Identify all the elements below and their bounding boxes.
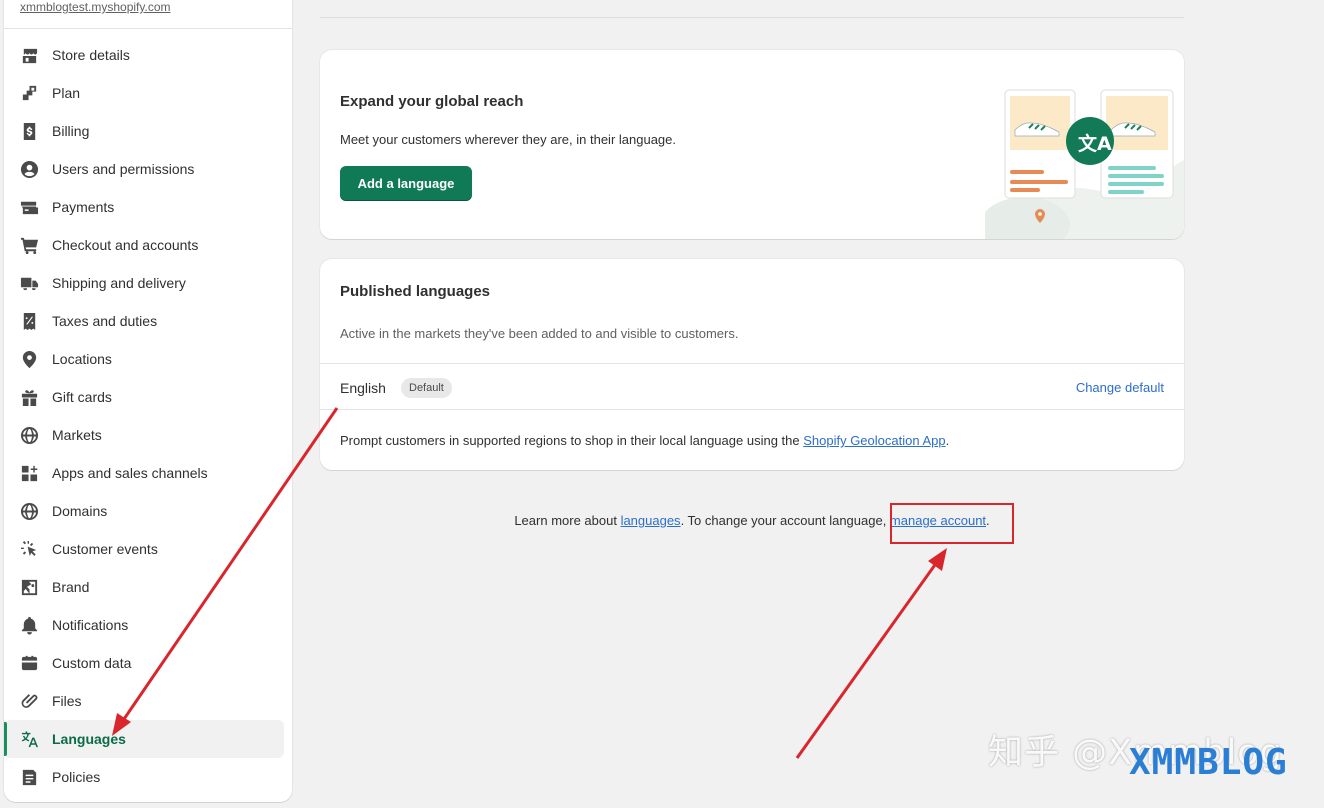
payments-icon (19, 197, 39, 217)
languages-link[interactable]: languages (621, 513, 681, 528)
sidebar-item-label: Billing (52, 123, 90, 139)
apps-icon (19, 463, 39, 483)
sidebar-item-label: Files (52, 693, 82, 709)
location-pin-icon (19, 349, 39, 369)
sidebar-item-shipping-and-delivery[interactable]: Shipping and delivery (4, 264, 292, 302)
geolocation-prompt: Prompt customers in supported regions to… (340, 433, 949, 448)
arrow-to-manage-account (795, 561, 939, 759)
sidebar-item-label: Store details (52, 47, 130, 63)
cursor-click-icon (19, 539, 39, 559)
sidebar-item-store-details[interactable]: Store details (4, 36, 292, 74)
language-name: English (340, 380, 386, 396)
sidebar-item-notifications[interactable]: Notifications (4, 606, 292, 644)
cart-icon (19, 235, 39, 255)
sidebar-item-plan[interactable]: Plan (4, 74, 292, 112)
footer-help-text: Learn more about languages. To change yo… (320, 513, 1184, 528)
receipt-icon (19, 311, 39, 331)
language-row: English Default Change default (320, 363, 1184, 410)
global-reach-description: Meet your customers wherever they are, i… (340, 132, 677, 147)
sidebar-item-label: Taxes and duties (52, 313, 158, 329)
bell-icon (19, 615, 39, 635)
annotation-highlight-box (890, 503, 1014, 544)
sidebar-item-label: Apps and sales channels (52, 465, 208, 481)
paperclip-icon (19, 691, 39, 711)
change-default-link[interactable]: Change default (1076, 380, 1164, 395)
sidebar-item-users-and-permissions[interactable]: Users and permissions (4, 150, 292, 188)
sidebar-item-label: Brand (52, 579, 90, 595)
store-icon (19, 45, 39, 65)
header-divider (320, 17, 1184, 18)
translate-icon (19, 729, 39, 749)
global-reach-card: Expand your global reach Meet your custo… (320, 50, 1184, 239)
sidebar-item-label: Checkout and accounts (52, 237, 199, 253)
default-badge: Default (401, 378, 452, 398)
published-languages-card: Published languages Active in the market… (320, 259, 1184, 470)
plan-icon (19, 83, 39, 103)
sidebar-item-checkout-and-accounts[interactable]: Checkout and accounts (4, 226, 292, 264)
geolocation-prompt-text: Prompt customers in supported regions to… (340, 433, 804, 448)
user-icon (19, 159, 39, 179)
global-reach-title: Expand your global reach (340, 93, 524, 110)
geolocation-prompt-suffix: . (945, 433, 950, 448)
brand-icon (19, 577, 39, 597)
sidebar-item-domains[interactable]: Domains (4, 492, 292, 530)
sidebar-item-customer-events[interactable]: Customer events (4, 530, 292, 568)
footer-middle: . To change your account language, (680, 513, 890, 528)
sidebar-divider (4, 28, 292, 29)
add-language-button[interactable]: Add a language (340, 166, 472, 201)
document-icon (19, 767, 39, 787)
store-url-link[interactable]: xmmblogtest.myshopify.com (20, 0, 171, 14)
database-icon (19, 653, 39, 673)
sidebar-item-label: Domains (52, 503, 108, 519)
sidebar-item-apps-and-sales-channels[interactable]: Apps and sales channels (4, 454, 292, 492)
sidebar-item-custom-data[interactable]: Custom data (4, 644, 292, 682)
sidebar-item-markets[interactable]: Markets (4, 416, 292, 454)
sidebar-item-label: Languages (52, 731, 126, 747)
svg-text:文A: 文A (1078, 132, 1112, 155)
sidebar-item-label: Users and permissions (52, 161, 195, 177)
footer-prefix: Learn more about (514, 513, 621, 528)
sidebar-item-label: Gift cards (52, 389, 112, 405)
sidebar-item-gift-cards[interactable]: Gift cards (4, 378, 292, 416)
settings-nav: Store details Plan Billing Users and per… (4, 36, 292, 796)
sidebar-item-billing[interactable]: Billing (4, 112, 292, 150)
sidebar-item-label: Custom data (52, 655, 132, 671)
published-languages-description: Active in the markets they've been added… (340, 326, 739, 341)
sidebar-item-label: Policies (52, 769, 101, 785)
sidebar-item-label: Customer events (52, 541, 158, 557)
billing-icon (19, 121, 39, 141)
settings-sidebar: xmmblogtest.myshopify.com Store details … (4, 0, 292, 802)
sidebar-item-brand[interactable]: Brand (4, 568, 292, 606)
sidebar-item-label: Shipping and delivery (52, 275, 186, 291)
globe-icon (19, 501, 39, 521)
sidebar-item-files[interactable]: Files (4, 682, 292, 720)
sidebar-item-label: Notifications (52, 617, 129, 633)
sidebar-item-taxes-and-duties[interactable]: Taxes and duties (4, 302, 292, 340)
language-illustration: 文A (985, 89, 1184, 239)
sidebar-item-label: Markets (52, 427, 102, 443)
truck-icon (19, 273, 39, 293)
geolocation-app-link[interactable]: Shopify Geolocation App (803, 433, 945, 448)
sidebar-item-languages[interactable]: Languages (4, 720, 284, 758)
published-languages-title: Published languages (340, 283, 491, 300)
watermark-logo: XMMBLOG (1129, 742, 1288, 783)
sidebar-item-payments[interactable]: Payments (4, 188, 292, 226)
sidebar-item-locations[interactable]: Locations (4, 340, 292, 378)
globe-icon (19, 425, 39, 445)
arrow-head-manage-account (928, 548, 947, 571)
sidebar-item-label: Payments (52, 199, 115, 215)
sidebar-item-policies[interactable]: Policies (4, 758, 292, 796)
sidebar-item-label: Plan (52, 85, 81, 101)
sidebar-item-label: Locations (52, 351, 112, 367)
gift-icon (19, 387, 39, 407)
